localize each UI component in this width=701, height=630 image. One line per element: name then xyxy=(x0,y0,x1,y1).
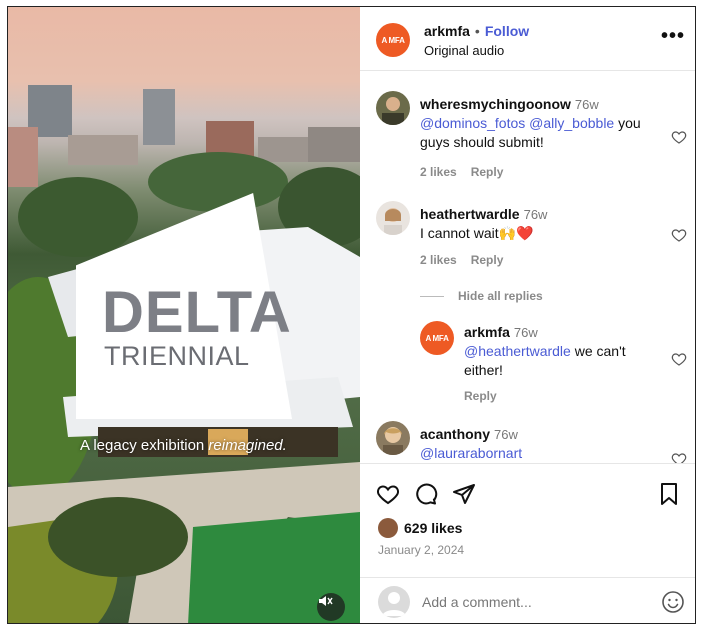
comment-likes[interactable]: 2 likes xyxy=(420,253,457,267)
comment-text: heathertwardle 76w I cannot wait🙌❤️ xyxy=(420,205,670,243)
separator-dot: • xyxy=(474,23,480,39)
reply-text: arkmfa 76w @heathertwardle we can't eithe… xyxy=(464,323,664,380)
post-video[interactable]: DELTA TRIENNIAL A legacy exhibition reim… xyxy=(8,7,360,623)
video-caption-text: A legacy exhibition xyxy=(80,437,209,454)
delta-logo-subtitle: TRIENNIAL xyxy=(104,341,250,371)
save-bookmark-icon[interactable] xyxy=(657,482,681,506)
reply-meta: Reply xyxy=(464,389,511,403)
comment-time: 76w xyxy=(494,427,518,442)
author-line: arkmfa • Follow xyxy=(424,23,529,41)
author-avatar-text: A MFA xyxy=(381,35,405,45)
commenter-avatar[interactable] xyxy=(376,421,410,455)
comment-content: I cannot wait🙌❤️ xyxy=(420,225,534,241)
share-paper-plane-icon[interactable] xyxy=(452,482,476,506)
mention-link[interactable]: @heathertwardle xyxy=(464,343,571,359)
liker-avatar xyxy=(378,518,398,538)
delta-logo-word: DELTA xyxy=(102,280,292,345)
mention-link[interactable]: @ally_bobble xyxy=(529,115,614,131)
user-photo-icon xyxy=(376,91,410,125)
comment-time: 76w xyxy=(574,97,599,112)
post-side-panel: A MFA arkmfa • Follow Original audio ••• w… xyxy=(360,7,695,623)
hide-replies-label: Hide all replies xyxy=(458,289,543,303)
like-comment-heart-icon[interactable] xyxy=(671,227,687,243)
post-header: A MFA arkmfa • Follow Original audio ••• xyxy=(360,7,695,71)
instagram-post-modal: DELTA TRIENNIAL A legacy exhibition reim… xyxy=(7,6,696,624)
comment-meta: 2 likes Reply xyxy=(420,253,517,267)
user-photo-icon xyxy=(376,421,410,455)
reply-button[interactable]: Reply xyxy=(471,253,504,267)
comment-input[interactable] xyxy=(422,590,642,614)
divider-line xyxy=(420,295,444,297)
comment-bubble-icon[interactable] xyxy=(414,482,438,506)
speaker-muted-icon xyxy=(319,596,333,606)
post-actions: 629 likes January 2, 2024 xyxy=(360,463,695,567)
mention-link[interactable]: @dominos_fotos xyxy=(420,115,525,131)
video-caption: A legacy exhibition reimagined. xyxy=(80,437,287,454)
comment-username[interactable]: wheresmychingoonow xyxy=(420,96,571,112)
commenter-avatar[interactable] xyxy=(376,91,410,125)
hide-replies-toggle[interactable]: Hide all replies xyxy=(420,289,543,303)
reply-avatar[interactable]: A MFA xyxy=(420,321,454,355)
like-reply-heart-icon[interactable] xyxy=(671,351,687,367)
commenter-avatar[interactable] xyxy=(376,201,410,235)
default-user-icon xyxy=(382,592,406,616)
reply-time: 76w xyxy=(513,325,538,340)
reply-content: either! xyxy=(464,362,503,378)
comment-username[interactable]: acanthony xyxy=(420,426,490,442)
reply-username[interactable]: arkmfa xyxy=(464,324,510,340)
reply-item: A MFA arkmfa 76w @heathertwardle we can't… xyxy=(360,319,695,409)
likes-summary[interactable]: 629 likes xyxy=(378,518,462,538)
comment-content: you xyxy=(614,115,641,131)
reply-avatar-text: A MFA xyxy=(425,333,449,343)
reply-content: we can't xyxy=(570,343,626,359)
follow-button[interactable]: Follow xyxy=(485,23,529,39)
reply-button[interactable]: Reply xyxy=(471,165,504,179)
comments-list[interactable]: wheresmychingoonow 76w @dominos_fotos @al… xyxy=(360,71,695,463)
mention-link[interactable]: @laurarabornart xyxy=(420,445,522,461)
author-username[interactable]: arkmfa xyxy=(424,23,470,39)
current-user-avatar xyxy=(378,586,410,618)
comment-username[interactable]: heathertwardle xyxy=(420,206,520,222)
comment-meta: 2 likes Reply xyxy=(420,165,517,179)
comment-likes[interactable]: 2 likes xyxy=(420,165,457,179)
comment-content: guys should submit! xyxy=(420,134,544,150)
emoji-smiley-icon[interactable] xyxy=(661,590,685,614)
audio-label[interactable]: Original audio xyxy=(424,43,504,58)
post-date[interactable]: January 2, 2024 xyxy=(378,543,464,557)
likes-count: 629 likes xyxy=(404,520,463,536)
user-photo-icon xyxy=(376,201,410,235)
reply-button[interactable]: Reply xyxy=(464,389,497,403)
comment-text: wheresmychingoonow 76w @dominos_fotos @al… xyxy=(420,95,670,152)
like-comment-heart-icon[interactable] xyxy=(671,451,687,463)
comment-composer xyxy=(360,577,695,623)
more-options-button[interactable]: ••• xyxy=(661,25,685,48)
comment-time: 76w xyxy=(523,207,548,222)
author-avatar[interactable]: A MFA xyxy=(376,23,410,57)
video-caption-italic: reimagined. xyxy=(208,437,287,454)
like-heart-icon[interactable] xyxy=(376,482,400,506)
like-comment-heart-icon[interactable] xyxy=(671,129,687,145)
comment-text: acanthony 76w @laurarabornart xyxy=(420,425,670,463)
more-options-icon: ••• xyxy=(660,25,685,47)
mute-button[interactable] xyxy=(317,593,345,621)
